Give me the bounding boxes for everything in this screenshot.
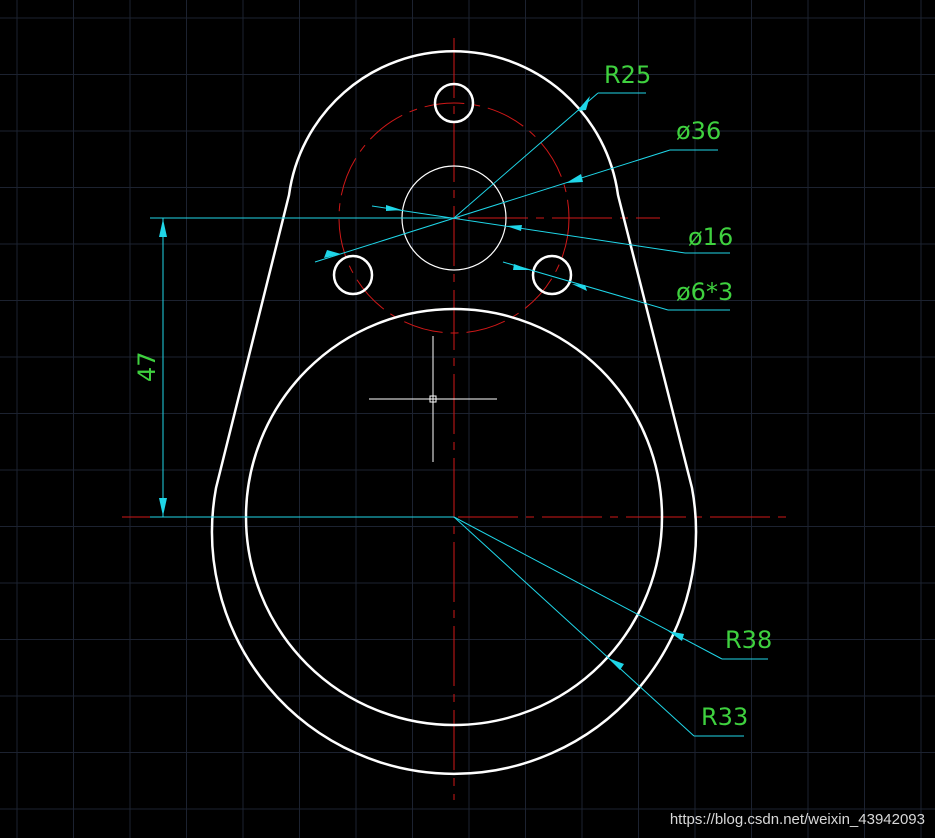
dimension-label-47: 47	[133, 351, 161, 382]
r33-arrow	[608, 658, 624, 670]
centerlines	[122, 38, 790, 800]
dimension-label-r33: R33	[701, 703, 748, 731]
r25-arrow	[577, 96, 590, 111]
dimension-label-d36: ø36	[676, 117, 721, 145]
cad-drawing-canvas[interactable]: R25 ø36 ø16 ø6*3 47 R38 R33	[0, 0, 935, 838]
bolt-hole-right	[531, 254, 573, 296]
d47-arrow-bottom	[159, 498, 167, 516]
d16-arrow-1	[386, 205, 402, 211]
dimension-label-r38: R38	[725, 626, 772, 654]
bolt-hole-left	[332, 254, 374, 296]
watermark: https://blog.csdn.net/weixin_43942093	[669, 811, 925, 828]
d16-arrow-2	[506, 225, 522, 231]
d47-arrow-top	[159, 219, 167, 237]
d6x3-arrow-2	[572, 284, 587, 291]
d36-arrow-1	[566, 174, 583, 183]
d6x3-arrow-1	[513, 264, 530, 270]
dimension-label-d6x3: ø6*3	[676, 278, 733, 306]
dimension-label-r25: R25	[604, 61, 651, 89]
dimension-label-d16: ø16	[688, 223, 733, 251]
background-grid	[0, 0, 935, 838]
crosshair-icon	[369, 336, 497, 462]
r33-leader	[453, 516, 695, 737]
d36-leader	[314, 149, 671, 263]
